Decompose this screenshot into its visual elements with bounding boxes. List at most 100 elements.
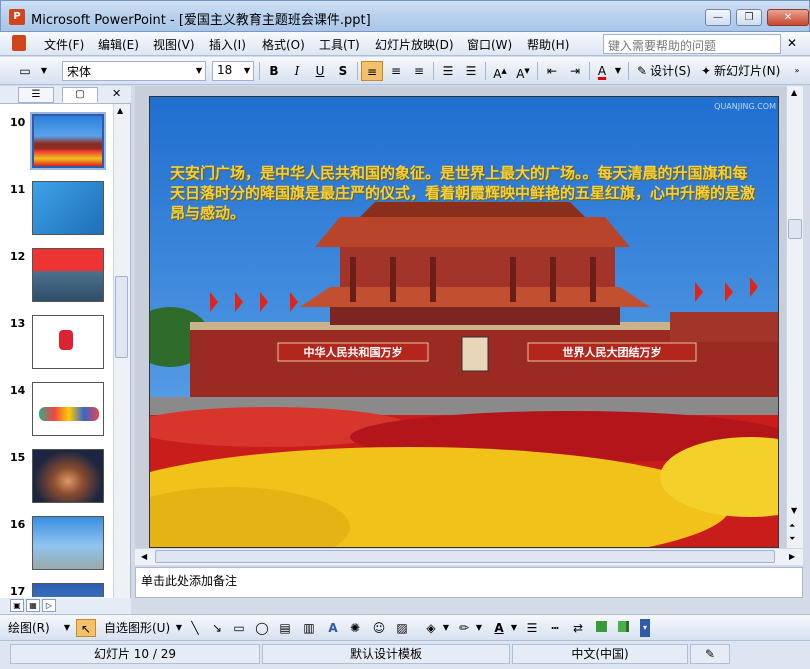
- fill-color-icon[interactable]: ◈: [422, 619, 440, 637]
- slide-thumbnail[interactable]: 15: [0, 449, 112, 509]
- draw-dropdown-icon[interactable]: ▼: [62, 619, 72, 637]
- vertical-textbox-icon[interactable]: ▥: [300, 619, 318, 637]
- rectangle-tool-icon[interactable]: ▭: [230, 619, 248, 637]
- powerpoint-app-icon[interactable]: P: [9, 9, 25, 25]
- font-color-dropdown-icon[interactable]: ▼: [612, 61, 624, 81]
- scroll-thumb[interactable]: [788, 219, 802, 239]
- slide-thumbnail[interactable]: 11: [0, 181, 112, 241]
- menu-format[interactable]: 格式(O): [262, 36, 305, 53]
- dash-style-icon[interactable]: ┅: [545, 619, 565, 637]
- new-slide-button[interactable]: 新幻灯片(N): [714, 61, 786, 81]
- numbered-list-icon[interactable]: ☰: [437, 61, 459, 81]
- clipart-icon[interactable]: ☺: [370, 619, 388, 637]
- line-style-icon[interactable]: ☰: [522, 619, 542, 637]
- textbox-tool-icon[interactable]: ▤: [276, 619, 294, 637]
- scroll-up-icon[interactable]: ▲: [117, 106, 123, 115]
- font-color-icon[interactable]: A: [593, 61, 611, 81]
- scroll-thumb[interactable]: [115, 276, 128, 358]
- underline-button[interactable]: U: [310, 61, 330, 81]
- slide-thumbnail[interactable]: 17: [0, 583, 112, 597]
- menu-tools[interactable]: 工具(T): [319, 36, 360, 53]
- decrease-font-icon[interactable]: A▼: [512, 61, 534, 81]
- current-slide[interactable]: 中华人民共和国万岁 世界人民大团结万岁 QUANJING.COM 天安门广场，是…: [149, 96, 779, 548]
- previous-slide-icon[interactable]: ⏶: [789, 521, 795, 531]
- close-button[interactable]: ✕: [767, 9, 809, 26]
- thumbnail-image[interactable]: [32, 248, 104, 302]
- thumbnail-image[interactable]: [32, 583, 104, 597]
- slide-text-box[interactable]: 天安门广场，是中华人民共和国的象征。是世界上最大的广场。。每天清晨的升国旗和每天…: [170, 163, 760, 223]
- scroll-down-icon[interactable]: ▼: [791, 506, 797, 515]
- autoshapes-button[interactable]: 自选图形(U): [104, 619, 178, 637]
- slide-thumbnail[interactable]: 13: [0, 315, 112, 375]
- slide-thumbnail[interactable]: 14: [0, 382, 112, 442]
- drawing-toolbar-options-icon[interactable]: ▾: [640, 619, 650, 637]
- minimize-button[interactable]: —: [705, 9, 731, 26]
- font-name-select[interactable]: 宋体: [62, 61, 206, 81]
- oval-tool-icon[interactable]: ◯: [253, 619, 271, 637]
- arrow-tool-icon[interactable]: ↘: [208, 619, 226, 637]
- draw-menu-button[interactable]: 绘图(R): [8, 619, 68, 637]
- thumbnail-image[interactable]: [32, 516, 104, 570]
- slide-thumbnail[interactable]: 16: [0, 516, 112, 576]
- slide-thumbnail[interactable]: 10: [0, 112, 112, 174]
- scroll-up-icon[interactable]: ▲: [791, 88, 797, 97]
- line-color-dropdown-icon[interactable]: ▼: [474, 619, 484, 637]
- font-name-dropdown-icon[interactable]: ▼: [192, 61, 206, 81]
- thumbnail-image[interactable]: [32, 449, 104, 503]
- italic-button[interactable]: I: [287, 61, 307, 81]
- thumbnail-image[interactable]: [32, 315, 104, 369]
- menu-help[interactable]: 帮助(H): [527, 36, 569, 53]
- menu-slideshow[interactable]: 幻灯片放映(D): [375, 36, 454, 53]
- font-color-draw-icon[interactable]: A: [490, 619, 508, 637]
- fill-color-dropdown-icon[interactable]: ▼: [441, 619, 451, 637]
- notes-pane[interactable]: 单击此处添加备注: [135, 567, 803, 598]
- close-document-icon[interactable]: ✕: [787, 36, 797, 50]
- close-panel-icon[interactable]: ✕: [112, 87, 121, 100]
- arrow-style-icon[interactable]: ⇄: [568, 619, 588, 637]
- decrease-indent-icon[interactable]: ⇤: [541, 61, 563, 81]
- slides-tab-icon[interactable]: ▢: [62, 87, 98, 103]
- autoshapes-dropdown-icon[interactable]: ▼: [174, 619, 184, 637]
- new-document-icon[interactable]: ▭: [14, 61, 36, 81]
- picture-icon[interactable]: ▨: [393, 619, 411, 637]
- spelling-status-icon[interactable]: ✎: [690, 644, 730, 664]
- font-color-draw-dropdown-icon[interactable]: ▼: [509, 619, 519, 637]
- slide-thumbnail[interactable]: 12: [0, 248, 112, 308]
- font-size-dropdown-icon[interactable]: ▼: [240, 61, 254, 81]
- normal-view-icon[interactable]: ▣: [10, 599, 24, 612]
- restore-button[interactable]: ❐: [736, 9, 762, 26]
- diagram-icon[interactable]: ✺: [346, 619, 364, 637]
- align-center-icon[interactable]: ≡: [385, 61, 407, 81]
- toolbar-options-icon[interactable]: »: [791, 61, 803, 81]
- increase-font-icon[interactable]: A▲: [489, 61, 511, 81]
- 3d-style-icon[interactable]: [614, 619, 632, 637]
- menu-file[interactable]: 文件(F): [44, 36, 84, 53]
- scroll-right-icon[interactable]: ▶: [789, 552, 795, 561]
- align-right-icon[interactable]: ≡: [408, 61, 430, 81]
- help-search-input[interactable]: 键入需要帮助的问题: [603, 34, 781, 54]
- bullet-list-icon[interactable]: ☰: [460, 61, 482, 81]
- dropdown-arrow-icon[interactable]: ▼: [38, 61, 50, 81]
- line-tool-icon[interactable]: ╲: [186, 619, 204, 637]
- slide-horizontal-scrollbar[interactable]: ◀ ▶: [135, 548, 803, 565]
- next-slide-icon[interactable]: ⏷: [789, 534, 795, 544]
- thumbnail-image[interactable]: [30, 112, 106, 170]
- shadow-style-icon[interactable]: [592, 619, 610, 637]
- menu-view[interactable]: 视图(V): [153, 36, 195, 53]
- slideshow-view-icon[interactable]: ▷: [42, 599, 56, 612]
- increase-indent-icon[interactable]: ⇥: [564, 61, 586, 81]
- align-left-icon[interactable]: ≡: [361, 61, 383, 81]
- bold-button[interactable]: B: [264, 61, 284, 81]
- thumbnail-scrollbar[interactable]: ▲: [113, 104, 130, 598]
- shadow-button[interactable]: S: [333, 61, 353, 81]
- line-color-icon[interactable]: ✏: [455, 619, 473, 637]
- menu-edit[interactable]: 编辑(E): [98, 36, 139, 53]
- outline-tab-icon[interactable]: ☰: [18, 87, 54, 103]
- thumbnail-image[interactable]: [32, 181, 104, 235]
- design-button[interactable]: 设计(S): [650, 61, 696, 81]
- menu-window[interactable]: 窗口(W): [467, 36, 512, 53]
- select-pointer-icon[interactable]: ↖: [76, 619, 96, 637]
- scroll-thumb[interactable]: [155, 550, 775, 563]
- document-icon[interactable]: [12, 35, 26, 51]
- scroll-left-icon[interactable]: ◀: [141, 552, 147, 561]
